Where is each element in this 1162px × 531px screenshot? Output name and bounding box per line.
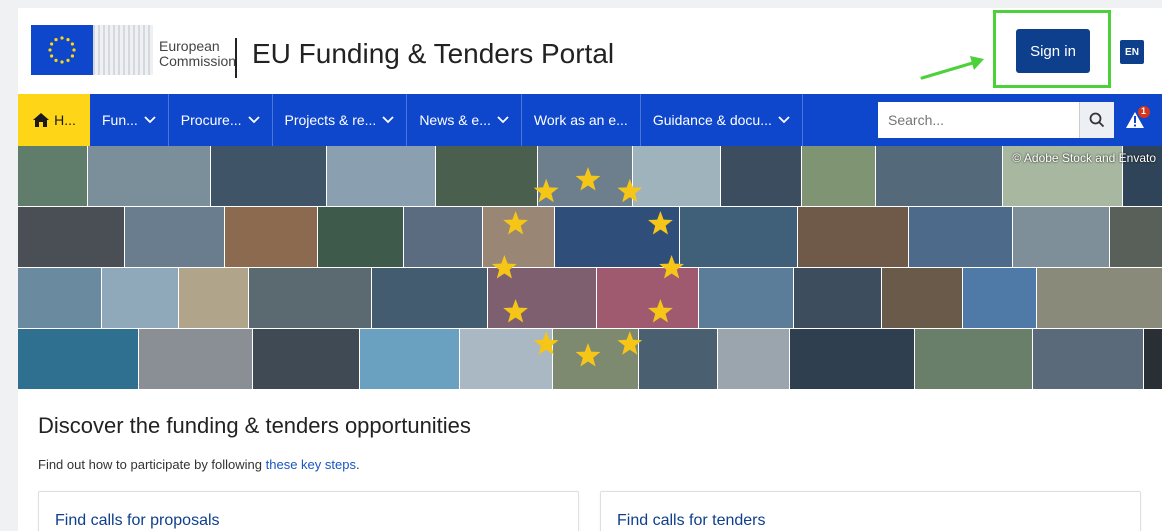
- nav-item-label: Fun...: [102, 112, 138, 128]
- hero-photo-tile: [372, 268, 487, 328]
- card-title: Find calls for proposals: [55, 512, 220, 529]
- hero-photo-tile: [909, 207, 1012, 267]
- hero-photo-tile: [460, 329, 552, 389]
- nav-home-label: H...: [54, 112, 76, 128]
- hero-photo-tile: [1144, 329, 1162, 389]
- hero-photo-tile: [18, 268, 101, 328]
- title-divider: [235, 38, 237, 78]
- nav-item-work-as-expert[interactable]: Work as an e...: [522, 94, 641, 146]
- hero-photo-tile: [88, 146, 210, 206]
- nav-item-guidance[interactable]: Guidance & docu...: [641, 94, 803, 146]
- logo-line-2: Commission: [159, 53, 237, 69]
- hero-mosaic: © Adobe Stock and Envato: [18, 146, 1162, 390]
- hero-photo-tile: [18, 207, 124, 267]
- hero-photo-tile: [633, 146, 720, 206]
- card-calls-for-proposals[interactable]: Find calls for proposals: [38, 491, 579, 531]
- main-nav: H... Fun... Procure... Projects & re... …: [18, 94, 1162, 146]
- hero-photo-tile: [1033, 329, 1143, 389]
- chevron-down-icon: [247, 116, 260, 124]
- hero-photo-tile: [483, 207, 554, 267]
- chevron-down-icon: [778, 116, 790, 124]
- home-icon: [33, 113, 50, 127]
- hero-photo-tile: [963, 268, 1036, 328]
- hero-photo-tile: [1110, 207, 1162, 267]
- hero-photo-tile: [699, 268, 793, 328]
- key-steps-link[interactable]: these key steps: [266, 457, 356, 472]
- hero-photo-tile: [436, 146, 537, 206]
- nav-item-label: Projects & re...: [284, 112, 377, 128]
- hero-photo-tile: [680, 207, 797, 267]
- search-input[interactable]: [878, 102, 1079, 138]
- language-code: EN: [1125, 46, 1139, 58]
- hero-photo-tile: [125, 207, 224, 267]
- hero-photo-tile: [318, 207, 403, 267]
- nav-item-label: Work as an e...: [533, 112, 628, 128]
- sign-in-button[interactable]: Sign in: [1016, 29, 1090, 73]
- berlaymont-graphic: [93, 25, 153, 75]
- hero-photo-tile: [721, 146, 801, 206]
- hero-photo-tile: [327, 146, 435, 206]
- hero-photo-tile: [18, 146, 87, 206]
- hero-photo-tile: [882, 268, 962, 328]
- nav-item-label: News & e...: [419, 112, 491, 128]
- card-title: Find calls for tenders: [617, 512, 766, 529]
- hero-photo-tile: [225, 207, 317, 267]
- section-title: Discover the funding & tenders opportuni…: [38, 413, 471, 438]
- logo-line-1: European: [159, 38, 220, 54]
- nav-item-projects[interactable]: Projects & re...: [273, 94, 408, 146]
- hero-photo-tile: [639, 329, 717, 389]
- search-box: [878, 102, 1114, 138]
- nav-item-label: Guidance & docu...: [652, 112, 772, 128]
- hero-photo-tile: [179, 268, 248, 328]
- hero-photo-tile: [798, 207, 908, 267]
- site-header: European Commission EU Funding & Tenders…: [18, 8, 1162, 94]
- chevron-down-icon: [497, 116, 509, 124]
- hero-mosaic-graphic: [18, 146, 1162, 389]
- nav-item-procurement[interactable]: Procure...: [169, 94, 273, 146]
- nav-item-label: Procure...: [180, 112, 242, 128]
- hero-photo-tile: [597, 268, 698, 328]
- hero-photo-tile: [802, 146, 875, 206]
- subtitle-suffix: .: [355, 457, 360, 472]
- hero-photo-tile: [249, 268, 371, 328]
- subtitle-prefix: Find out how to participate by following: [38, 457, 266, 472]
- section-subtitle: Find out how to participate by following…: [38, 457, 360, 472]
- card-calls-for-tenders[interactable]: Find calls for tenders: [600, 491, 1141, 531]
- hero-photo-tile: [139, 329, 252, 389]
- language-selector[interactable]: EN: [1120, 40, 1144, 64]
- image-credit: © Adobe Stock and Envato: [1012, 151, 1156, 165]
- nav-item-news[interactable]: News & e...: [407, 94, 522, 146]
- hero-photo-tile: [1013, 207, 1109, 267]
- notifications-button[interactable]: 1: [1124, 106, 1154, 134]
- ec-logo[interactable]: European Commission: [31, 25, 241, 75]
- logo-text: European Commission: [159, 39, 236, 69]
- notification-count: 1: [1141, 106, 1147, 116]
- hero-photo-tile: [404, 207, 482, 267]
- hero-photo-tile: [553, 329, 638, 389]
- search-icon: [1089, 112, 1105, 128]
- hero-photo-tile: [876, 146, 1002, 206]
- hero-photo-tile: [18, 329, 138, 389]
- hero-photo-tile: [915, 329, 1032, 389]
- hero-photo-tile: [102, 268, 178, 328]
- hero-photo-tile: [794, 268, 881, 328]
- hero-photo-tile: [360, 329, 459, 389]
- hero-photo-tile: [211, 146, 326, 206]
- eu-flag-icon: [31, 25, 93, 75]
- green-arrow-icon: [920, 56, 984, 80]
- chevron-down-icon: [144, 116, 156, 124]
- hero-photo-tile: [718, 329, 789, 389]
- hero-photo-tile: [1037, 268, 1162, 328]
- hero-photo-tile: [790, 329, 914, 389]
- page: European Commission EU Funding & Tenders…: [18, 8, 1162, 531]
- search-button[interactable]: [1079, 102, 1114, 138]
- nav-item-funding[interactable]: Fun...: [90, 94, 169, 146]
- nav-home[interactable]: H...: [18, 94, 90, 146]
- alert-icon: [1126, 106, 1150, 128]
- chevron-down-icon: [382, 116, 394, 124]
- portal-title[interactable]: EU Funding & Tenders Portal: [252, 38, 614, 70]
- hero-photo-tile: [253, 329, 359, 389]
- hero-photo-tile: [488, 268, 596, 328]
